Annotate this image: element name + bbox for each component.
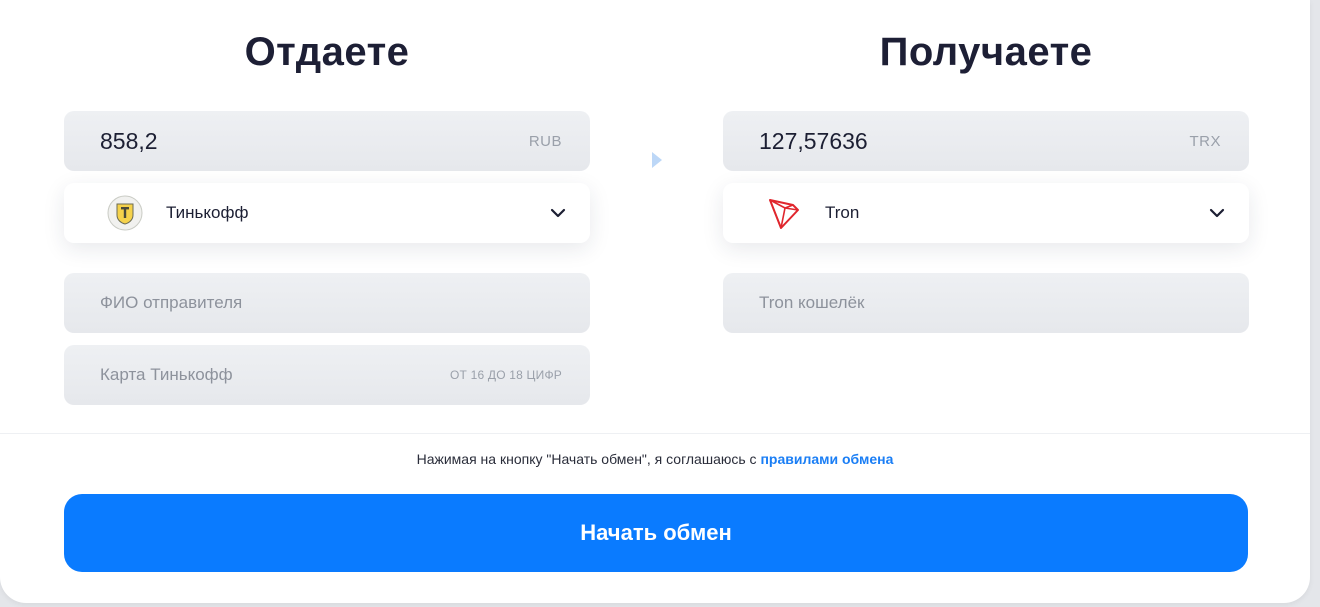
card-number-placeholder[interactable]: Карта Тинькофф [100,365,450,385]
receive-method-select[interactable]: Tron [723,183,1249,243]
give-currency-label: RUB [528,132,562,150]
receive-method-name: Tron [825,203,860,222]
tinkoff-logo-icon [104,192,146,234]
exchange-card: Отдаете 858,2 RUB Тинькофф ФИО отправите… [0,0,1310,603]
give-amount-field[interactable]: 858,2 RUB [64,111,590,171]
agreement-prefix: Нажимая на кнопку "Начать обмен", я согл… [416,451,761,467]
arrow-right-icon [652,152,662,168]
give-method-select[interactable]: Тинькофф [64,183,590,243]
card-number-hint: ОТ 16 ДО 18 ЦИФР [450,368,562,382]
receive-amount-value[interactable]: 127,57636 [759,128,1190,155]
give-heading: Отдаете [244,30,410,74]
give-method-name: Тинькофф [166,203,249,222]
tron-wallet-placeholder[interactable]: Tron кошелёк [759,293,1221,313]
give-amount-value[interactable]: 858,2 [100,128,529,155]
chevron-down-icon[interactable] [548,203,568,223]
tron-wallet-field[interactable]: Tron кошелёк [723,273,1249,333]
receive-amount-field[interactable]: 127,57636 TRX [723,111,1249,171]
divider [0,433,1310,434]
start-exchange-button[interactable]: Начать обмен [64,494,1248,572]
receive-currency-label: TRX [1189,132,1221,150]
card-number-field[interactable]: Карта Тинькофф ОТ 16 ДО 18 ЦИФР [64,345,590,405]
sender-name-placeholder[interactable]: ФИО отправителя [100,293,562,313]
agreement-text: Нажимая на кнопку "Начать обмен", я согл… [0,451,1310,467]
tron-logo-icon [763,192,805,234]
receive-heading: Получаете [879,30,1093,74]
chevron-down-icon[interactable] [1207,203,1227,223]
sender-name-field[interactable]: ФИО отправителя [64,273,590,333]
exchange-rules-link[interactable]: правилами обмена [760,451,893,467]
